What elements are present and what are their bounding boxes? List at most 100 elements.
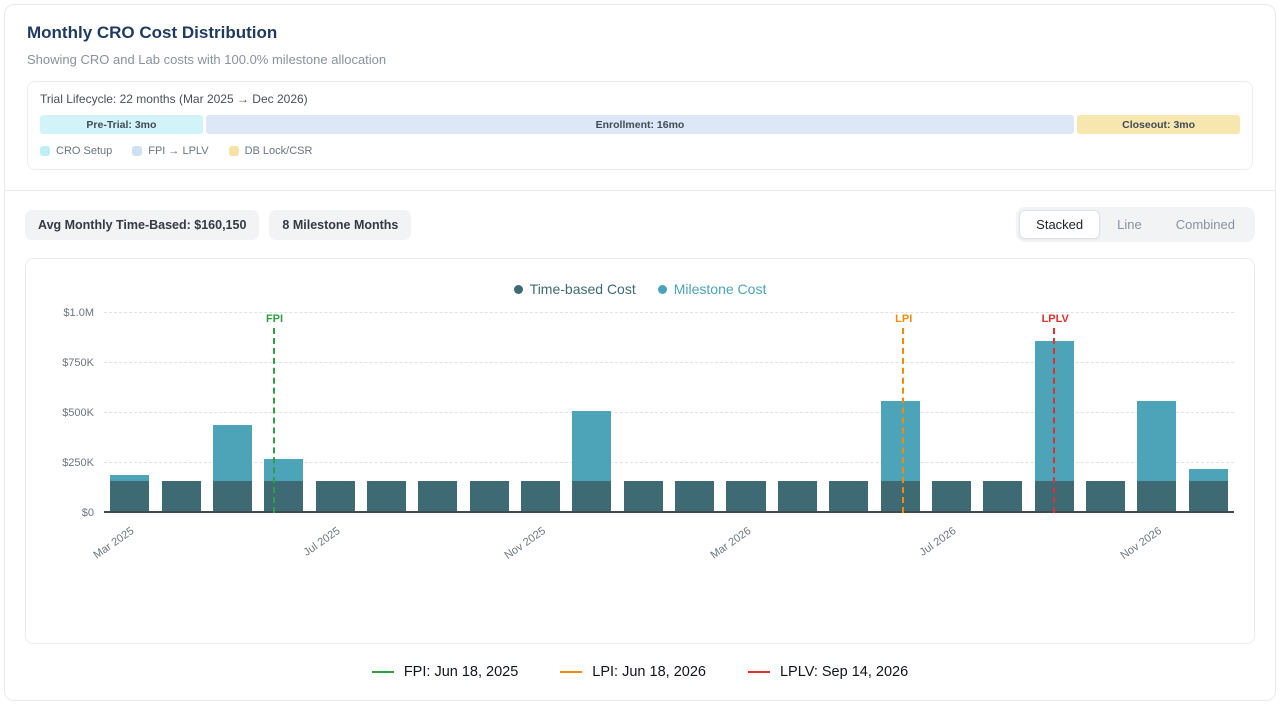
bar-mar-2025 xyxy=(110,313,149,513)
bar-slot-mar-2026 xyxy=(720,313,771,513)
y-tick-label-0: $0 xyxy=(82,507,94,519)
bar-slot-dec-2026 xyxy=(1183,313,1234,513)
dashboard-page: Monthly CRO Cost Distribution Showing CR… xyxy=(4,4,1276,701)
bar-jan-2026 xyxy=(624,313,663,513)
y-tick-label-750k: $750K xyxy=(62,357,94,369)
bar-segment-time-based-cost xyxy=(778,481,817,513)
bar-slot-apr-2025 xyxy=(155,313,206,513)
view-toggle-combined[interactable]: Combined xyxy=(1159,210,1252,239)
lifecycle-legend-label: FPI → LPLV xyxy=(148,145,208,157)
x-axis-spacer xyxy=(46,513,104,571)
bar-segment-time-based-cost xyxy=(983,481,1022,513)
legend-swatch-icon xyxy=(229,146,239,156)
bar-slot-jun-2025 xyxy=(258,313,309,513)
bar-apr-2026 xyxy=(778,313,817,513)
milestone-legend-line-icon xyxy=(748,671,770,673)
series-legend-item-time-based-cost: Time-based Cost xyxy=(514,281,636,297)
milestone-line-lpi: LPI xyxy=(902,328,904,513)
bar-slot-nov-2026 xyxy=(1131,313,1182,513)
bar-segment-time-based-cost xyxy=(213,481,252,513)
view-toggle-line[interactable]: Line xyxy=(1100,210,1159,239)
milestone-legend-line-icon xyxy=(560,671,582,673)
plot-row: $0$250K$500K$750K$1.0M FPI LPI LPLV xyxy=(46,313,1234,513)
chart-legend: Time-based Cost Milestone Cost xyxy=(46,281,1234,297)
chart-card: Time-based Cost Milestone Cost $0$250K$50… xyxy=(25,258,1255,644)
bar-segment-time-based-cost xyxy=(1086,481,1125,513)
plot-area: FPI LPI LPLV xyxy=(104,313,1234,513)
bar-slot-sep-2025 xyxy=(412,313,463,513)
series-legend-label: Milestone Cost xyxy=(674,281,767,297)
bar-apr-2025 xyxy=(162,313,201,513)
bar-segment-time-based-cost xyxy=(316,481,355,513)
bar-slot-apr-2026 xyxy=(772,313,823,513)
lifecycle-segment-pre-trial: Pre-Trial: 3mo xyxy=(40,115,203,134)
y-tick-label-1-0m: $1.0M xyxy=(63,307,94,319)
bar-segment-time-based-cost xyxy=(829,481,868,513)
chart-section: Avg Monthly Time-Based: $160,150 8 Miles… xyxy=(5,190,1275,700)
view-toggle-stacked[interactable]: Stacked xyxy=(1019,210,1100,239)
milestone-legend-item-fpi: FPI: Jun 18, 2025 xyxy=(372,664,518,680)
bar-slot-dec-2025 xyxy=(566,313,617,513)
lifecycle-legend-item-cro-setup: CRO Setup xyxy=(40,145,112,157)
milestone-line-label-lplv: LPLV xyxy=(1042,313,1069,325)
lifecycle-legend: CRO SetupFPI → LPLVDB Lock/CSR xyxy=(40,145,1240,157)
bar-segment-time-based-cost xyxy=(572,481,611,513)
bar-aug-2026 xyxy=(983,313,1022,513)
bar-segment-time-based-cost xyxy=(162,481,201,513)
x-axis: Mar 2025Jul 2025Nov 2025Mar 2026Jul 2026… xyxy=(104,513,1234,571)
bar-feb-2026 xyxy=(675,313,714,513)
milestone-line-fpi: FPI xyxy=(273,328,275,513)
bar-may-2026 xyxy=(829,313,868,513)
milestone-legend-line-icon xyxy=(372,671,394,673)
milestone-legend-label: LPI: Jun 18, 2026 xyxy=(592,664,706,680)
bar-slot-nov-2025 xyxy=(515,313,566,513)
bar-slot-aug-2026 xyxy=(977,313,1028,513)
bar-segment-time-based-cost xyxy=(1137,481,1176,513)
bar-segment-milestone-cost xyxy=(1137,401,1176,481)
lifecycle-legend-item-fpi-lplv: FPI → LPLV xyxy=(132,145,208,157)
page-title: Monthly CRO Cost Distribution xyxy=(27,23,1253,43)
lifecycle-legend-label: CRO Setup xyxy=(56,145,112,157)
milestone-line-label-fpi: FPI xyxy=(266,313,283,325)
bar-segment-milestone-cost xyxy=(213,425,252,481)
trial-lifecycle-panel: Trial Lifecycle: 22 months (Mar 2025 → D… xyxy=(27,81,1253,170)
bar-segment-time-based-cost xyxy=(367,481,406,513)
milestone-line-label-lpi: LPI xyxy=(895,313,912,325)
lifecycle-segment-enrollment: Enrollment: 16mo xyxy=(206,115,1074,134)
bar-segment-milestone-cost xyxy=(264,459,303,481)
legend-swatch-icon xyxy=(40,146,50,156)
y-axis: $0$250K$500K$750K$1.0M xyxy=(46,313,104,513)
milestone-legend-item-lplv: LPLV: Sep 14, 2026 xyxy=(748,664,908,680)
avg-monthly-badge: Avg Monthly Time-Based: $160,150 xyxy=(25,210,259,240)
chart-type-toggle: StackedLineCombined xyxy=(1016,207,1255,242)
bar-segment-time-based-cost xyxy=(521,481,560,513)
x-tick-label-mar-2026: Mar 2026 xyxy=(708,525,753,561)
bar-slot-jul-2026 xyxy=(926,313,977,513)
series-legend-dot-icon xyxy=(514,285,523,294)
lifecycle-bar: Pre-Trial: 3moEnrollment: 16moCloseout: … xyxy=(40,115,1240,134)
milestone-legend-label: FPI: Jun 18, 2025 xyxy=(404,664,518,680)
x-row: Mar 2025Jul 2025Nov 2025Mar 2026Jul 2026… xyxy=(46,513,1234,571)
bar-slot-may-2025 xyxy=(207,313,258,513)
bar-segment-time-based-cost xyxy=(470,481,509,513)
bar-slot-aug-2025 xyxy=(361,313,412,513)
bar-may-2025 xyxy=(213,313,252,513)
x-tick-label-jul-2025: Jul 2025 xyxy=(301,525,342,559)
x-tick-label-jul-2026: Jul 2026 xyxy=(917,525,958,559)
y-tick-label-250k: $250K xyxy=(62,457,94,469)
bar-segment-time-based-cost xyxy=(418,481,457,513)
page-subtitle: Showing CRO and Lab costs with 100.0% mi… xyxy=(27,52,1253,67)
lifecycle-segment-closeout: Closeout: 3mo xyxy=(1077,115,1240,134)
milestone-months-badge: 8 Milestone Months xyxy=(269,210,411,240)
bar-oct-2026 xyxy=(1086,313,1125,513)
bar-mar-2026 xyxy=(726,313,765,513)
bar-segment-time-based-cost xyxy=(624,481,663,513)
bar-segment-time-based-cost xyxy=(675,481,714,513)
milestone-date-legend: FPI: Jun 18, 2025 LPI: Jun 18, 2026 LPLV: … xyxy=(25,664,1255,680)
bar-slot-may-2026 xyxy=(823,313,874,513)
bar-sep-2025 xyxy=(418,313,457,513)
bar-segment-time-based-cost xyxy=(264,481,303,513)
series-legend-dot-icon xyxy=(658,285,667,294)
x-tick-label-nov-2026: Nov 2026 xyxy=(1118,525,1163,562)
bar-dec-2026 xyxy=(1189,313,1228,513)
